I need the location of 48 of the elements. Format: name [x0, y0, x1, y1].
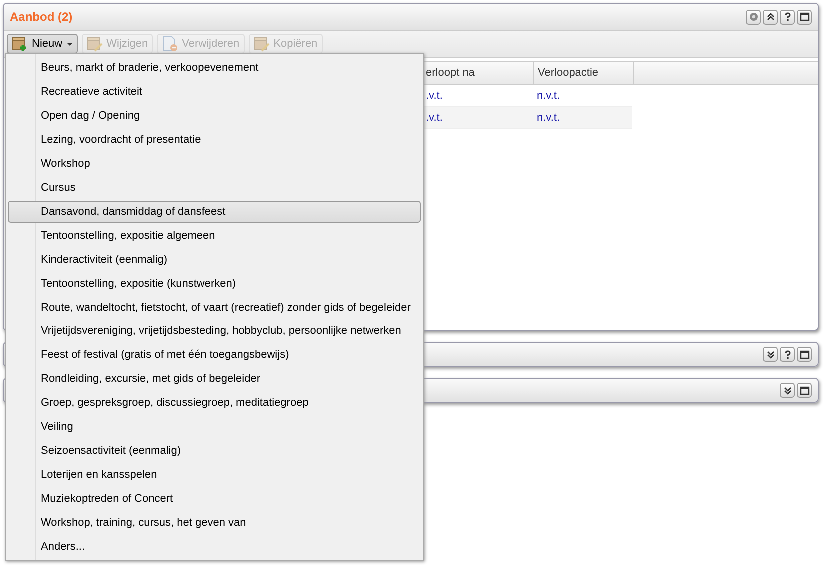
- window-icon: [800, 12, 810, 22]
- question-mark-icon: [782, 350, 792, 360]
- maximize-button[interactable]: [797, 10, 812, 24]
- menu-item[interactable]: Workshop, training, cursus, het geven van: [8, 512, 421, 534]
- panel-title: Aanbod (2): [10, 10, 74, 24]
- menu-item[interactable]: Muziekoptreden of Concert: [8, 488, 421, 510]
- double-chevron-up-icon: [766, 12, 776, 22]
- table-cell-text: .v.t.: [425, 88, 444, 104]
- box-pencil-icon: [86, 36, 103, 52]
- menu-item[interactable]: Dansavond, dansmiddag of dansfeest: [8, 200, 421, 223]
- menu-item[interactable]: Veiling: [8, 416, 421, 438]
- window-icon: [800, 350, 810, 360]
- menu-item[interactable]: Feest of festival (gratis of met één toegangsbewijs): [8, 344, 421, 366]
- document-minus-icon: [162, 36, 178, 52]
- table-cell-text: .v.t.: [425, 110, 444, 126]
- table-cell-text: n.v.t.: [536, 110, 562, 126]
- maximize-button[interactable]: [797, 383, 812, 398]
- expand-button[interactable]: [763, 347, 778, 362]
- menu-item[interactable]: Tentoonstelling, expositie (kunstwerken): [8, 272, 421, 295]
- menu-item[interactable]: Open dag / Opening: [8, 104, 421, 127]
- menu-item[interactable]: Beurs, markt of braderie, verkoopevenement: [8, 57, 421, 79]
- menu-item[interactable]: Seizoensactiviteit (eenmalig): [8, 440, 421, 462]
- maximize-button[interactable]: [797, 347, 812, 362]
- menu-item[interactable]: Cursus: [8, 176, 421, 199]
- menu-item[interactable]: Recreatieve activiteit: [8, 80, 421, 103]
- double-chevron-down-icon: [766, 350, 776, 360]
- menu-item[interactable]: Route, wandeltocht, fietstocht, of vaart (recreatief) zonder gids of begeleider: [8, 296, 421, 318]
- menu-item[interactable]: Anders...: [8, 536, 421, 558]
- menu-item[interactable]: Vrijetijdsvereniging, vrijetijdsbesteding, hobbyclub, persoonlijke netwerken: [8, 320, 421, 342]
- collapse-button[interactable]: [763, 10, 778, 24]
- box-add-icon: [12, 36, 28, 52]
- menu-item[interactable]: Tentoonstelling, expositie algemeen: [8, 224, 421, 247]
- question-mark-icon: [782, 12, 792, 22]
- window-icon: [800, 386, 810, 396]
- help-button[interactable]: [780, 10, 795, 24]
- expand-button[interactable]: [780, 383, 795, 398]
- menu-item[interactable]: Groep, gespreksgroep, discussiegroep, meditatiegroep: [8, 392, 421, 414]
- menu-item[interactable]: Loterijen en kansspelen: [8, 464, 421, 486]
- menu-item[interactable]: Lezing, voordracht of presentatie: [8, 128, 421, 151]
- menu-item[interactable]: Rondleiding, excursie, met gids of begeleider: [8, 368, 421, 390]
- help-button[interactable]: [780, 347, 795, 362]
- toolbar-button[interactable]: Nieuw: [7, 34, 78, 54]
- menu-item[interactable]: Kinderactiviteit (eenmalig): [8, 248, 421, 271]
- double-chevron-down-icon: [782, 386, 792, 396]
- box-pencil-icon: [254, 36, 270, 52]
- table-cell-text: n.v.t.: [536, 88, 562, 104]
- column-header[interactable]: Verloopactie: [534, 62, 634, 84]
- menu-item[interactable]: Workshop: [8, 152, 421, 175]
